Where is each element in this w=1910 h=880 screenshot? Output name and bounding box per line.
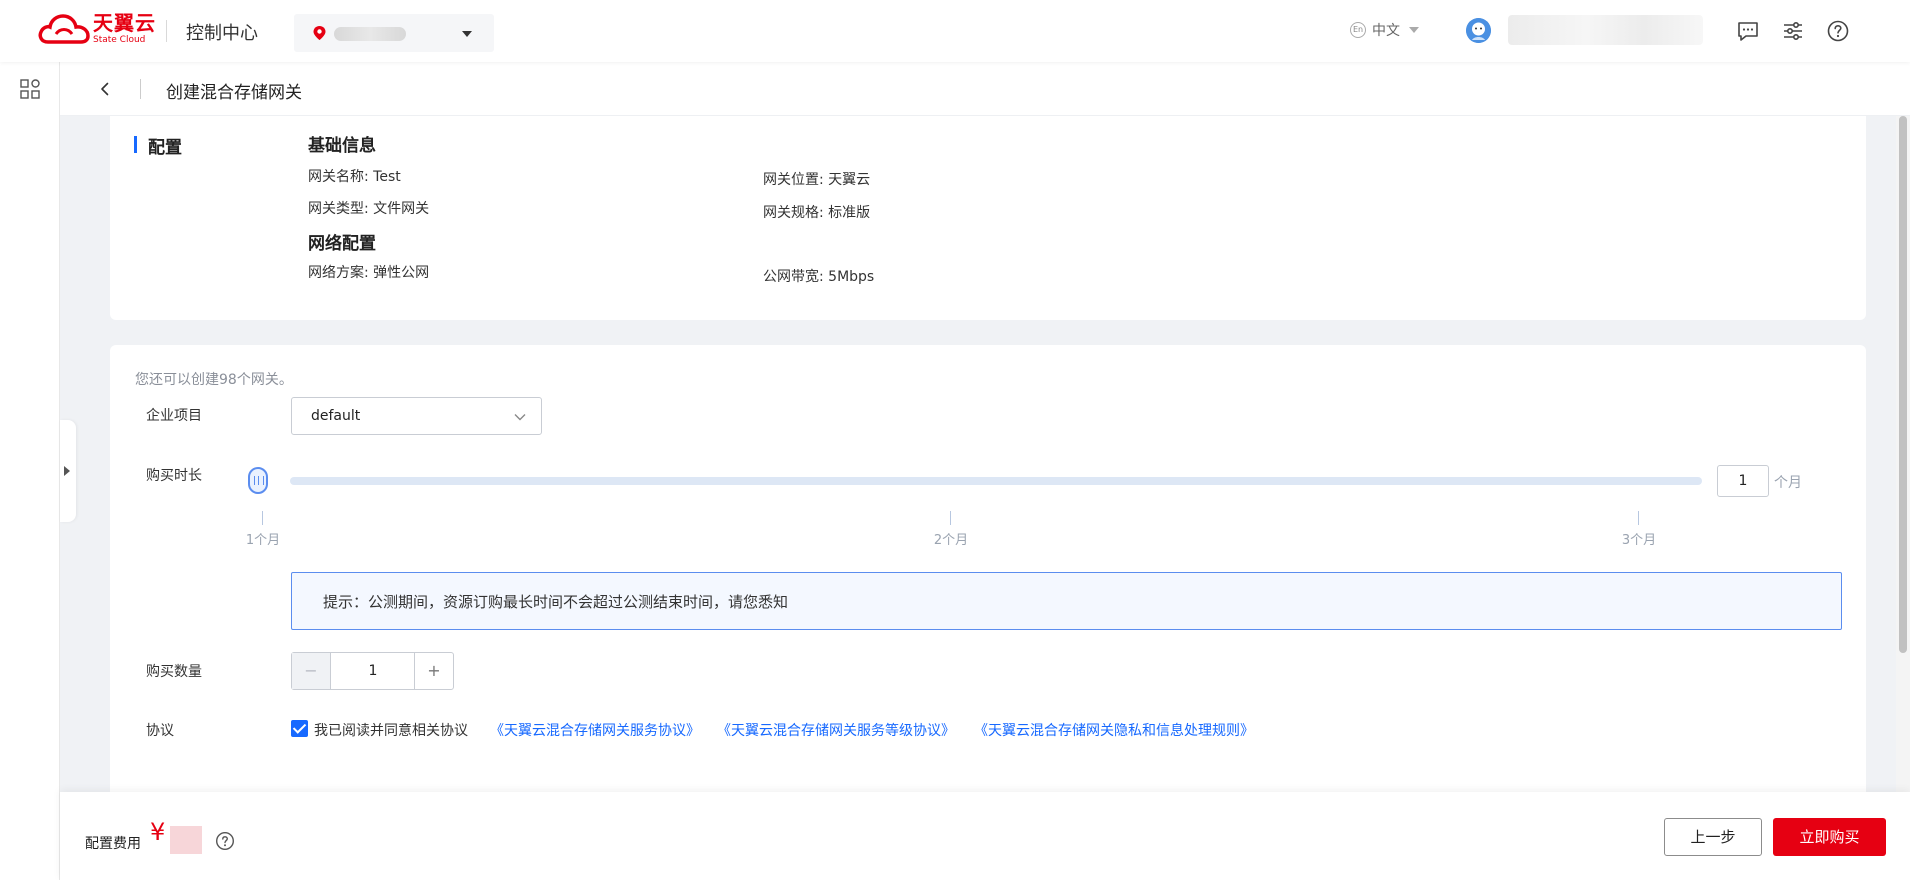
fee-label: 配置费用 <box>85 836 141 852</box>
network-config-title: 网络配置 <box>308 234 376 254</box>
logo[interactable]: 天翼云 State Cloud <box>38 12 156 46</box>
project-select[interactable]: default <box>291 397 542 435</box>
breadcrumb-divider <box>140 79 141 99</box>
notice-tip: 提示：公测期间，资源订购最长时间不会超过公测结束时间，请您悉知 <box>291 572 1842 630</box>
quantity-increment-button[interactable]: + <box>414 653 453 689</box>
slider-tick-label[interactable]: 1个月 <box>246 529 280 548</box>
region-select[interactable] <box>294 14 494 52</box>
side-rail <box>0 62 60 880</box>
logo-en-text: State Cloud <box>93 35 146 45</box>
language-label: 中文 <box>1372 23 1400 39</box>
user-avatar-icon <box>1466 18 1491 43</box>
header-divider <box>166 20 167 42</box>
caret-down-icon <box>1409 27 1419 33</box>
privacy-rules-link[interactable]: 《天翼云混合存储网关隐私和信息处理规则》 <box>974 720 1254 740</box>
help-icon[interactable] <box>215 831 235 851</box>
duration-slider-track[interactable] <box>290 477 1702 485</box>
config-section-label: 配置 <box>148 138 182 158</box>
public-bandwidth: 公网带宽: 5Mbps <box>763 269 875 285</box>
previous-step-button[interactable]: 上一步 <box>1664 818 1762 856</box>
fee-currency: ¥ <box>150 818 166 846</box>
duration-unit: 个月 <box>1774 475 1802 491</box>
agreement-text: 我已阅读并同意相关协议 <box>314 723 468 739</box>
fee-amount-redacted <box>170 826 202 854</box>
region-name-redacted <box>334 27 406 41</box>
notice-tip-text: 提示：公测期间，资源订购最长时间不会超过公测结束时间，请您悉知 <box>323 593 789 611</box>
purchase-form-card: 您还可以创建98个网关。 企业项目 default 购买时长 1个月 2个月 3个月… <box>110 345 1866 795</box>
duration-label: 购买时长 <box>146 468 202 484</box>
gateway-location: 网关位置: 天翼云 <box>763 172 871 188</box>
quantity-label: 购买数量 <box>146 664 202 680</box>
duration-slider-handle[interactable] <box>248 467 268 494</box>
top-header: 天翼云 State Cloud 控制中心 En 中文 <box>0 0 1910 62</box>
quantity-decrement-button[interactable]: − <box>292 653 331 689</box>
triangle-right-icon <box>64 466 70 476</box>
agreement-label: 协议 <box>146 723 174 739</box>
slider-tick <box>1638 511 1639 525</box>
slider-tick-label[interactable]: 3个月 <box>1622 529 1656 548</box>
page-title: 创建混合存储网关 <box>166 83 302 103</box>
service-agreement-link[interactable]: 《天翼云混合存储网关服务协议》 <box>490 720 700 740</box>
config-summary-card: 配置 基础信息 网关名称: Test 网关位置: 天翼云 网关类型: 文件网关 … <box>110 116 1866 320</box>
apps-grid-icon[interactable] <box>20 79 40 99</box>
back-arrow-icon[interactable] <box>96 80 114 98</box>
buy-now-button[interactable]: 立即购买 <box>1773 818 1886 856</box>
language-switch[interactable]: En 中文 <box>1350 20 1419 40</box>
slider-tick <box>262 511 263 525</box>
language-icon: En <box>1350 22 1366 38</box>
quantity-stepper: − 1 + <box>291 652 454 690</box>
footer-bar: 配置费用 ¥ 上一步 立即购买 <box>60 792 1910 880</box>
cloud-logo-icon <box>38 14 90 44</box>
gateway-spec: 网关规格: 标准版 <box>763 205 871 221</box>
gateway-type: 网关类型: 文件网关 <box>308 201 430 217</box>
caret-down-icon <box>462 31 472 37</box>
duration-input[interactable]: 1 <box>1717 465 1769 497</box>
location-pin-icon <box>313 26 326 40</box>
slider-tick <box>950 511 951 525</box>
section-marker <box>134 136 137 153</box>
quantity-input[interactable]: 1 <box>332 653 414 689</box>
scrollbar-thumb[interactable] <box>1899 116 1907 653</box>
breadcrumb: 创建混合存储网关 <box>60 62 1910 116</box>
username-redacted[interactable] <box>1508 15 1703 45</box>
network-plan: 网络方案: 弹性公网 <box>308 265 430 281</box>
basic-info-title: 基础信息 <box>308 136 376 156</box>
project-select-value: default <box>311 408 361 424</box>
slider-tick-label[interactable]: 2个月 <box>934 529 968 548</box>
quota-hint: 您还可以创建98个网关。 <box>135 372 293 388</box>
settings-sliders-icon[interactable] <box>1781 19 1805 43</box>
project-label: 企业项目 <box>146 408 202 424</box>
console-title[interactable]: 控制中心 <box>186 19 258 45</box>
avatar[interactable] <box>1466 18 1491 43</box>
sla-agreement-link[interactable]: 《天翼云混合存储网关服务等级协议》 <box>717 720 955 740</box>
logo-cn-text: 天翼云 <box>93 11 156 35</box>
chevron-down-icon <box>514 414 526 421</box>
sidebar-expand-toggle[interactable] <box>60 420 76 522</box>
gateway-name: 网关名称: Test <box>308 169 401 185</box>
message-icon[interactable] <box>1736 19 1760 43</box>
agreement-checkbox[interactable] <box>291 720 308 737</box>
help-icon[interactable] <box>1826 19 1850 43</box>
